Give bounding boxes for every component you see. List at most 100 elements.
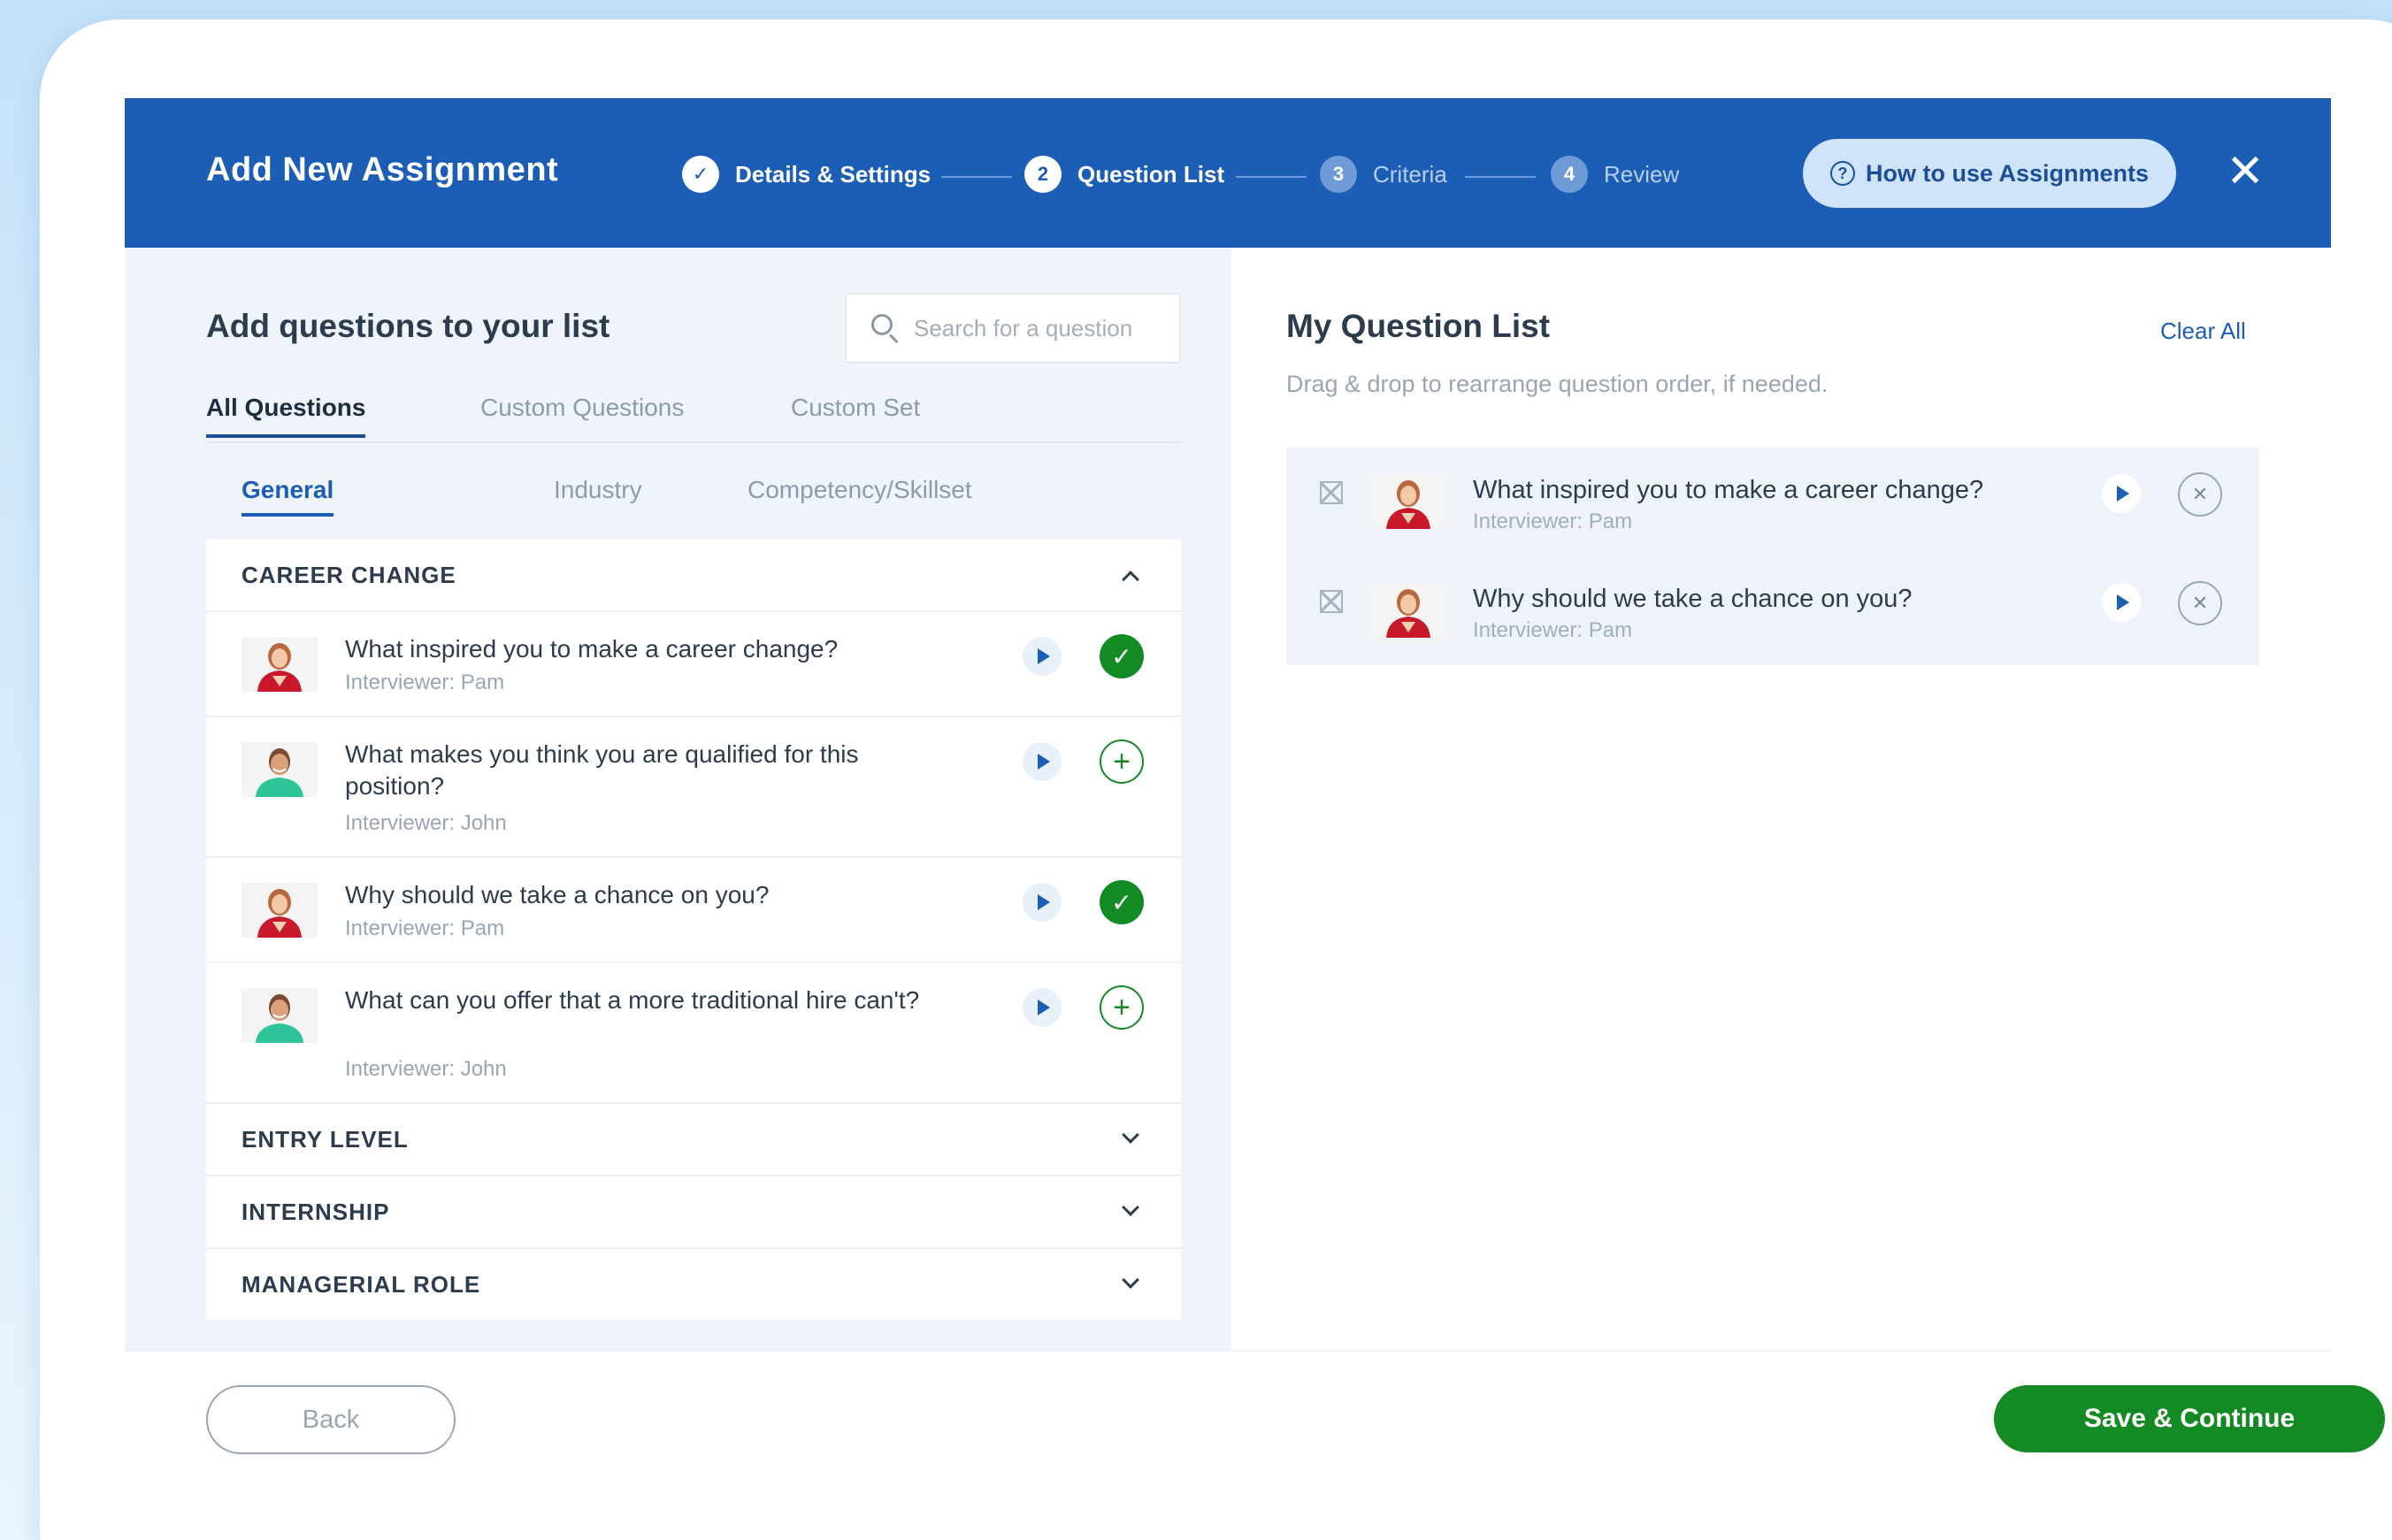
question-text: Why should we take a chance on you?: [1473, 585, 1913, 613]
play-button[interactable]: [1023, 988, 1062, 1027]
step-label: Details & Settings: [735, 160, 932, 188]
step-number: 3: [1320, 156, 1357, 193]
drag-handle-icon[interactable]: [1320, 590, 1343, 613]
selected-questions-list: What inspired you to make a career chang…: [1286, 448, 2259, 665]
step-connector: [1465, 176, 1536, 178]
plus-icon: +: [1113, 745, 1131, 778]
category-label: CAREER CHANGE: [242, 561, 456, 588]
category-label: INTERNSHIP: [242, 1198, 390, 1225]
step-label: Question List: [1077, 160, 1225, 188]
check-icon: ✓: [1111, 642, 1132, 670]
question-text: What inspired you to make a career chang…: [345, 635, 839, 663]
how-to-use-label: How to use Assignments: [1865, 159, 2150, 187]
tab-competency-skillset[interactable]: Competency/Skillset: [748, 476, 972, 513]
play-icon: [2117, 486, 2129, 502]
question-category-tabs: General Industry Competency/Skillset: [206, 476, 1181, 520]
my-question-list-panel: My Question List Clear All Drag & drop t…: [1231, 248, 2331, 1350]
step-criteria[interactable]: 3 Criteria: [1320, 156, 1447, 193]
added-check-button[interactable]: ✓: [1100, 880, 1144, 924]
chevron-down-icon: [1122, 1199, 1139, 1216]
remove-question-button[interactable]: ✕: [2178, 581, 2222, 625]
step-connector: [1236, 176, 1307, 178]
step-details-settings[interactable]: ✓ Details & Settings: [682, 156, 931, 193]
save-continue-button[interactable]: Save & Continue: [1994, 1385, 2385, 1452]
category-accordion: CAREER CHANGE What inspired you to make …: [206, 540, 1181, 1322]
step-number: 2: [1024, 156, 1062, 193]
interviewer-label: Interviewer: Pam: [345, 916, 505, 940]
tab-all-questions[interactable]: All Questions: [206, 394, 366, 438]
play-button[interactable]: [2102, 474, 2141, 513]
clear-all-link[interactable]: Clear All: [2160, 318, 2246, 345]
category-header-internship[interactable]: INTERNSHIP: [206, 1176, 1181, 1249]
add-question-button[interactable]: +: [1100, 739, 1144, 784]
avatar: [1370, 474, 1446, 529]
search-icon: [870, 312, 899, 344]
modal-footer: Back Save & Continue: [125, 1350, 2385, 1540]
play-button[interactable]: [1023, 742, 1062, 781]
step-connector: [941, 176, 1012, 178]
question-circle-icon: ?: [1829, 161, 1855, 186]
category-header-career-change[interactable]: CAREER CHANGE: [206, 540, 1181, 612]
play-icon: [2117, 594, 2129, 610]
chevron-up-icon: [1122, 571, 1139, 588]
tab-industry[interactable]: Industry: [554, 476, 642, 513]
interviewer-label: Interviewer: John: [345, 1057, 507, 1081]
add-question-button[interactable]: +: [1100, 985, 1144, 1030]
question-item[interactable]: What inspired you to make a career chang…: [206, 612, 1181, 717]
selected-question-item[interactable]: What inspired you to make a career chang…: [1286, 448, 2259, 556]
interviewer-label: Interviewer: Pam: [1473, 618, 1633, 642]
question-text: What inspired you to make a career chang…: [1473, 476, 1984, 504]
how-to-use-button[interactable]: ? How to use Assignments: [1803, 139, 2176, 208]
chevron-down-icon: [1122, 1271, 1139, 1289]
question-text: What can you offer that a more tradition…: [345, 986, 920, 1014]
category-header-managerial-role[interactable]: MANAGERIAL ROLE: [206, 1249, 1181, 1322]
modal-title: Add New Assignment: [206, 151, 559, 188]
interviewer-label: Interviewer: Pam: [345, 670, 505, 694]
drag-handle-icon[interactable]: [1320, 481, 1343, 504]
remove-question-button[interactable]: ✕: [2178, 472, 2222, 517]
tab-custom-set[interactable]: Custom Set: [791, 394, 920, 434]
question-item[interactable]: What makes you think you are qualified f…: [206, 717, 1181, 858]
step-question-list[interactable]: 2 Question List: [1024, 156, 1224, 193]
question-text: Why should we take a chance on you?: [345, 881, 770, 908]
question-item[interactable]: Why should we take a chance on you? Inte…: [206, 858, 1181, 963]
back-button[interactable]: Back: [206, 1385, 456, 1454]
avatar: [242, 637, 318, 692]
play-button[interactable]: [1023, 637, 1062, 676]
play-button[interactable]: [2102, 583, 2141, 622]
search-box[interactable]: [845, 293, 1181, 364]
play-button[interactable]: [1023, 883, 1062, 922]
category-header-entry-level[interactable]: ENTRY LEVEL: [206, 1104, 1181, 1176]
play-icon: [1038, 1000, 1050, 1015]
panel-title: Add questions to your list: [206, 308, 610, 344]
avatar: [242, 742, 318, 797]
step-number: 4: [1551, 156, 1588, 193]
added-check-button[interactable]: ✓: [1100, 634, 1144, 678]
interviewer-label: Interviewer: Pam: [1473, 510, 1633, 533]
step-review[interactable]: 4 Review: [1551, 156, 1679, 193]
question-item[interactable]: What can you offer that a more tradition…: [206, 963, 1181, 1104]
category-label: MANAGERIAL ROLE: [242, 1270, 481, 1298]
plus-icon: +: [1113, 991, 1131, 1024]
question-text: What makes you think you are qualified f…: [345, 740, 859, 800]
check-icon: ✓: [682, 156, 719, 193]
panel-subtitle: Drag & drop to rearrange question order,…: [1286, 371, 1828, 397]
modal-header: Add New Assignment ✓ Details & Settings …: [125, 98, 2331, 248]
close-icon: ✕: [2191, 483, 2209, 505]
search-input[interactable]: [914, 314, 1179, 342]
check-icon: ✓: [1111, 888, 1132, 916]
selected-question-item[interactable]: Why should we take a chance on you? Inte…: [1286, 556, 2259, 665]
close-icon[interactable]: ✕: [2223, 149, 2267, 195]
question-library-panel: Add questions to your list All Questions…: [125, 248, 1231, 1350]
chevron-down-icon: [1122, 1126, 1139, 1144]
play-icon: [1038, 754, 1050, 770]
tab-general[interactable]: General: [242, 476, 334, 517]
play-icon: [1038, 894, 1050, 910]
add-assignment-modal: Add New Assignment ✓ Details & Settings …: [125, 98, 2385, 1540]
category-label: ENTRY LEVEL: [242, 1125, 409, 1153]
panel-title: My Question List: [1286, 308, 1551, 344]
interviewer-label: Interviewer: John: [345, 811, 507, 835]
tab-custom-questions[interactable]: Custom Questions: [480, 394, 684, 434]
step-label: Criteria: [1373, 160, 1447, 188]
play-icon: [1038, 648, 1050, 664]
